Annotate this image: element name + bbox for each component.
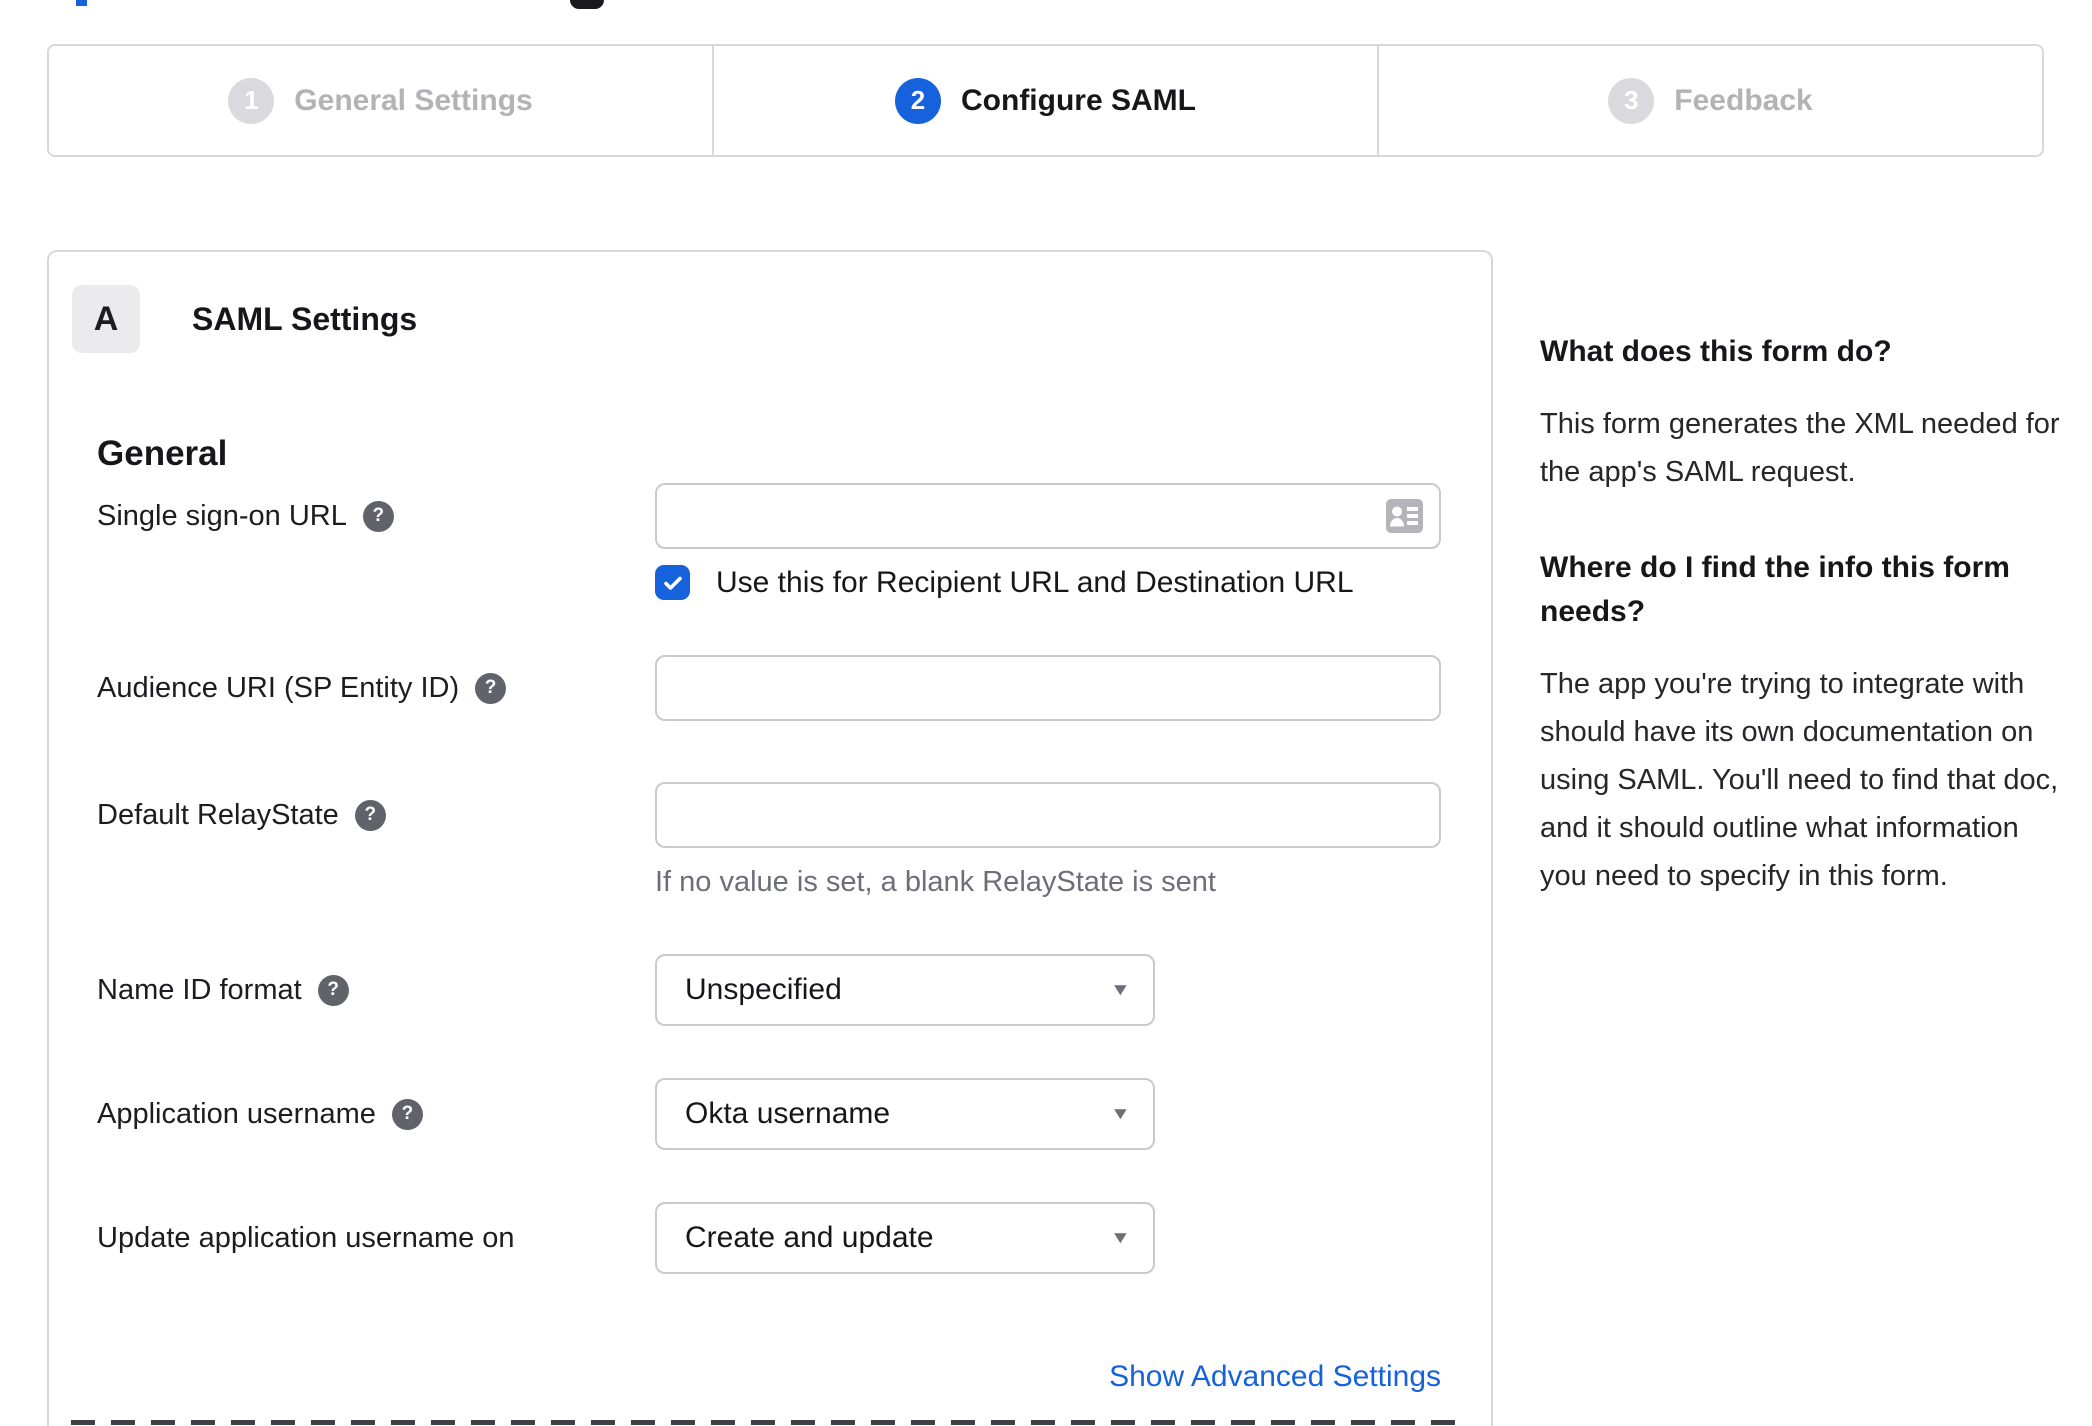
step-label: Configure SAML — [961, 83, 1196, 117]
field-label-text: Update application username on — [97, 1221, 515, 1254]
chevron-down-icon: ▼ — [1110, 1228, 1132, 1247]
field-row-default-relaystate: Default RelayState ? If no value is set,… — [97, 782, 1492, 899]
select-value: Unspecified — [685, 973, 842, 1006]
chevron-down-icon: ▼ — [1110, 980, 1132, 999]
field-label-text: Application username — [97, 1097, 376, 1130]
checkmark-icon — [663, 576, 682, 590]
help-icon[interactable]: ? — [362, 500, 394, 532]
recipient-url-checkbox[interactable] — [655, 565, 690, 600]
help-icon[interactable]: ? — [391, 1098, 423, 1130]
field-label: Name ID format ? — [97, 954, 655, 1026]
default-relaystate-input[interactable] — [655, 782, 1441, 848]
field-label-text: Default RelayState — [97, 798, 339, 831]
general-section-heading: General — [97, 434, 228, 473]
step-general-settings[interactable]: 1 General Settings — [49, 46, 712, 155]
step-number-badge: 3 — [1608, 77, 1655, 124]
field-label-text: Name ID format — [97, 973, 302, 1006]
help-heading-what: What does this form do? — [1540, 335, 1892, 368]
field-label-text: Single sign-on URL — [97, 499, 347, 532]
help-icon[interactable]: ? — [475, 672, 507, 704]
single-sign-on-url-input[interactable] — [655, 483, 1441, 549]
header-dark-remnant — [570, 0, 604, 9]
saml-configuration-screen: 1 General Settings 2 Configure SAML 3 Fe… — [0, 0, 2092, 1426]
field-label: Application username ? — [97, 1078, 655, 1150]
saml-settings-panel: A SAML Settings General Single sign-on U… — [47, 250, 1493, 1426]
help-heading-where: Where do I find the info this form needs… — [1540, 551, 2010, 628]
field-row-audience-uri: Audience URI (SP Entity ID) ? — [97, 655, 1492, 721]
advanced-settings-row: Show Advanced Settings — [655, 1360, 1441, 1394]
checkbox-label: Use this for Recipient URL and Destinati… — [716, 565, 1354, 599]
help-icon[interactable]: ? — [317, 974, 349, 1006]
panel-title: SAML Settings — [192, 300, 418, 337]
relaystate-helper-text: If no value is set, a blank RelayState i… — [655, 866, 1216, 898]
dashed-divider — [71, 1420, 1469, 1425]
field-label: Single sign-on URL ? — [97, 483, 655, 549]
wizard-stepper: 1 General Settings 2 Configure SAML 3 Fe… — [47, 44, 2044, 157]
show-advanced-settings-link[interactable]: Show Advanced Settings — [1109, 1360, 1441, 1393]
select-value: Create and update — [685, 1221, 934, 1254]
help-paragraph-where: The app you're trying to integrate with … — [1540, 668, 2059, 892]
step-number-badge: 2 — [895, 77, 941, 124]
step-label: General Settings — [294, 83, 533, 117]
field-label: Update application username on — [97, 1202, 655, 1274]
recipient-url-checkbox-row: Use this for Recipient URL and Destinati… — [655, 565, 1492, 600]
help-sidebar: What does this form do? This form genera… — [1540, 330, 2072, 900]
field-row-name-id-format: Name ID format ? Unspecified ▼ — [97, 954, 1492, 1026]
panel-header: A SAML Settings — [72, 285, 417, 353]
application-username-select[interactable]: Okta username ▼ — [655, 1078, 1155, 1150]
step-label: Feedback — [1674, 83, 1813, 117]
field-row-application-username: Application username ? Okta username ▼ — [97, 1078, 1492, 1150]
name-id-format-select[interactable]: Unspecified ▼ — [655, 954, 1155, 1026]
field-label: Default RelayState ? — [97, 782, 655, 848]
field-row-single-sign-on-url: Single sign-on URL ? Use this for Recipi… — [97, 483, 1492, 600]
field-label: Audience URI (SP Entity ID) ? — [97, 655, 655, 721]
help-paragraph-what: This form generates the XML needed for t… — [1540, 408, 2060, 488]
step-feedback[interactable]: 3 Feedback — [1377, 46, 2042, 155]
audience-uri-input[interactable] — [655, 655, 1441, 721]
section-a-badge: A — [72, 285, 140, 353]
field-label-text: Audience URI (SP Entity ID) — [97, 671, 460, 704]
step-number-badge: 1 — [228, 77, 275, 124]
help-icon[interactable]: ? — [354, 799, 386, 831]
field-row-update-application-username: Update application username on Create an… — [97, 1202, 1492, 1274]
contact-card-icon — [1386, 499, 1423, 533]
select-value: Okta username — [685, 1097, 891, 1130]
chevron-down-icon: ▼ — [1110, 1104, 1132, 1123]
header-accent-remnant — [76, 0, 87, 6]
step-configure-saml[interactable]: 2 Configure SAML — [712, 46, 1377, 155]
update-application-username-select[interactable]: Create and update ▼ — [655, 1202, 1155, 1274]
